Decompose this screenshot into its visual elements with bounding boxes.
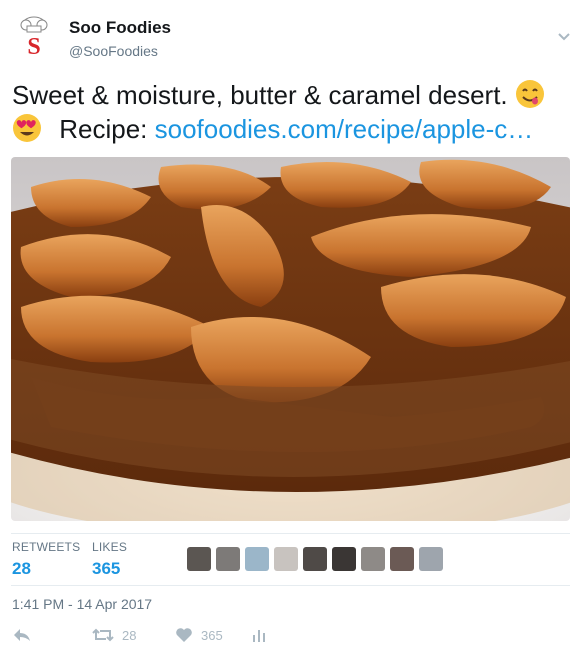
smiling-face-savoring-food-icon <box>515 79 545 109</box>
reply-icon <box>14 629 30 641</box>
liker-avatar-1[interactable] <box>187 547 211 571</box>
retweet-button[interactable]: 28 <box>92 625 136 645</box>
avatar[interactable]: S <box>12 14 56 60</box>
liker-avatar-3[interactable] <box>245 547 269 571</box>
heart-icon <box>176 628 192 642</box>
liker-avatar-9[interactable] <box>419 547 443 571</box>
chef-hat-logo-icon: S <box>20 16 48 60</box>
retweets-count: 28 <box>12 559 31 578</box>
svg-text:S: S <box>27 34 40 58</box>
tweet-header: S Soo Foodies @SooFoodies <box>0 0 581 70</box>
author-handle[interactable]: @SooFoodies <box>69 43 158 59</box>
cake-photo-image <box>11 157 570 521</box>
liker-avatar-7[interactable] <box>361 547 385 571</box>
tweet-text-part1: Sweet & moisture, butter & caramel deser… <box>12 80 508 110</box>
author-name[interactable]: Soo Foodies <box>69 18 171 38</box>
retweets-stat[interactable]: RETWEETS 28 <box>12 540 80 579</box>
retweet-icon <box>92 628 114 642</box>
analytics-button[interactable] <box>252 625 266 645</box>
likes-stat[interactable]: LIKES 365 <box>92 540 127 579</box>
tweet-timestamp[interactable]: 1:41 PM - 14 Apr 2017 <box>12 596 152 612</box>
stats-divider-bottom <box>11 585 570 586</box>
stats-divider-top <box>11 533 570 534</box>
bar-chart-icon <box>253 630 265 642</box>
tweet-photo[interactable] <box>11 157 570 521</box>
tweet-actions: 28 365 <box>12 625 412 645</box>
liker-avatar-2[interactable] <box>216 547 240 571</box>
tweet-text-part2: Recipe: <box>59 114 148 144</box>
recipe-link[interactable]: soofoodies.com/recipe/apple-c… <box>155 114 534 144</box>
smiling-face-heart-eyes-icon <box>12 113 42 143</box>
tweet-text: Sweet & moisture, butter & caramel deser… <box>12 78 572 146</box>
like-button[interactable]: 365 <box>175 625 223 645</box>
chevron-down-icon[interactable] <box>557 32 571 42</box>
retweets-label: RETWEETS <box>12 540 81 554</box>
likes-count: 365 <box>92 559 121 578</box>
liker-avatar-5[interactable] <box>303 547 327 571</box>
liker-avatar-4[interactable] <box>274 547 298 571</box>
liker-avatar-8[interactable] <box>390 547 414 571</box>
likes-label: LIKES <box>92 540 128 554</box>
like-action-count: 365 <box>201 627 223 643</box>
liker-avatar-6[interactable] <box>332 547 356 571</box>
reply-button[interactable] <box>12 625 32 645</box>
retweet-action-count: 28 <box>122 627 137 643</box>
